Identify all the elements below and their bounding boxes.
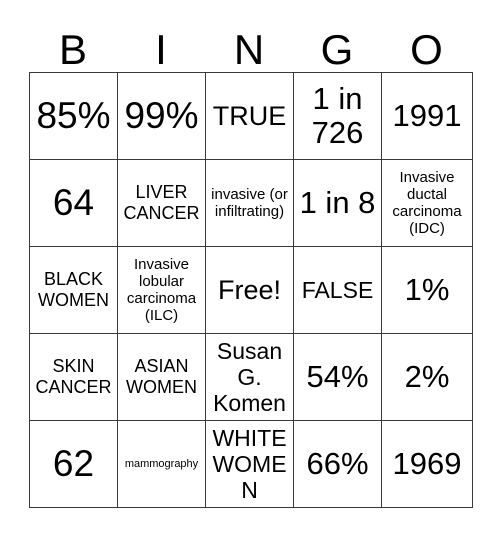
bingo-row: SKIN CANCER ASIAN WOMEN Susan G. Komen 5… (29, 333, 473, 421)
bingo-cell[interactable]: mammography (117, 420, 206, 508)
bingo-cell[interactable]: 62 (29, 420, 118, 508)
bingo-cell[interactable]: Invasive ductal carcinoma (IDC) (381, 159, 473, 247)
bingo-card: B I N G O 85% 99% TRUE 1 in 726 1991 64 … (29, 12, 473, 508)
bingo-cell[interactable]: 1 in 726 (293, 72, 382, 160)
bingo-cell[interactable]: 54% (293, 333, 382, 421)
bingo-header-letter-n: N (233, 26, 265, 73)
bingo-cell[interactable]: 1969 (381, 420, 473, 508)
bingo-header-letter-b: B (58, 26, 87, 73)
bingo-cell[interactable]: 64 (29, 159, 118, 247)
bingo-cell[interactable]: 1 in 8 (293, 159, 382, 247)
bingo-cell[interactable]: WHITE WOMEN (205, 420, 294, 508)
bingo-cell[interactable]: FALSE (293, 246, 382, 334)
bingo-cell-free[interactable]: Free! (205, 246, 294, 334)
bingo-header-row: B I N G O (29, 12, 472, 72)
bingo-cell[interactable]: invasive (or infiltrating) (205, 159, 294, 247)
bingo-grid: 85% 99% TRUE 1 in 726 1991 64 LIVER CANC… (29, 72, 473, 508)
bingo-header-letter-i: I (155, 26, 167, 73)
bingo-cell[interactable]: LIVER CANCER (117, 159, 206, 247)
bingo-cell[interactable]: 2% (381, 333, 473, 421)
bingo-cell[interactable]: 66% (293, 420, 382, 508)
bingo-cell[interactable]: SKIN CANCER (29, 333, 118, 421)
bingo-cell[interactable]: Invasive lobular carcinoma (ILC) (117, 246, 206, 334)
bingo-cell[interactable]: 1% (381, 246, 473, 334)
bingo-row: 62 mammography WHITE WOMEN 66% 1969 (29, 420, 473, 508)
bingo-cell[interactable]: 1991 (381, 72, 473, 160)
bingo-row: 64 LIVER CANCER invasive (or infiltratin… (29, 159, 473, 247)
bingo-header-letter-g: G (320, 26, 354, 73)
bingo-cell[interactable]: 99% (117, 72, 206, 160)
bingo-row: 85% 99% TRUE 1 in 726 1991 (29, 72, 473, 160)
bingo-cell[interactable]: TRUE (205, 72, 294, 160)
bingo-cell[interactable]: ASIAN WOMEN (117, 333, 206, 421)
bingo-cell[interactable]: 85% (29, 72, 118, 160)
bingo-cell[interactable]: Susan G. Komen (205, 333, 294, 421)
bingo-header-letter-o: O (410, 26, 443, 73)
bingo-cell[interactable]: BLACK WOMEN (29, 246, 118, 334)
bingo-row: BLACK WOMEN Invasive lobular carcinoma (… (29, 246, 473, 334)
